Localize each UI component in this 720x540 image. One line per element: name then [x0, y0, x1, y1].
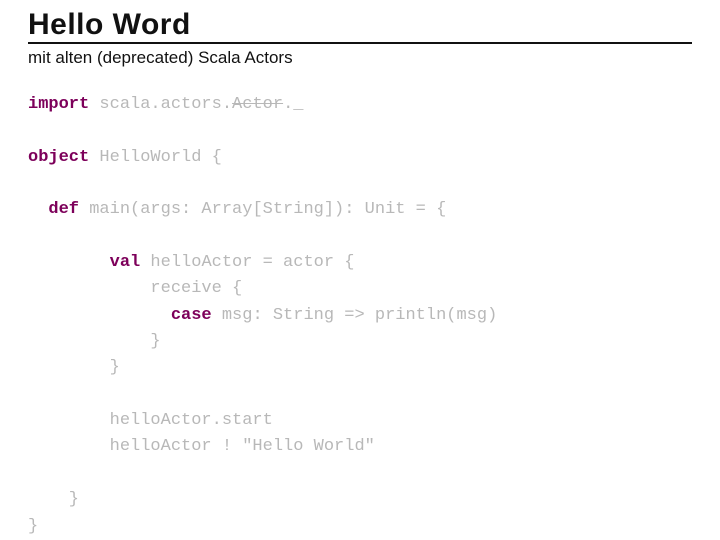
slide: Hello Word mit alten (deprecated) Scala … [0, 0, 720, 540]
code-text: msg: String => println(msg) [212, 306, 498, 325]
keyword-val: val [110, 253, 141, 272]
code-text: scala.actors. [89, 95, 232, 114]
code-text: } [28, 332, 161, 351]
code-text: } [28, 358, 120, 377]
code-text: ._ [283, 95, 303, 114]
code-text: HelloWorld { [89, 148, 222, 167]
code-text: helloActor = actor { [140, 253, 354, 272]
keyword-object: object [28, 148, 89, 167]
slide-subtitle: mit alten (deprecated) Scala Actors [28, 48, 692, 68]
code-text: } [28, 517, 38, 536]
code-text: helloActor ! "Hello World" [28, 437, 375, 456]
keyword-def: def [48, 200, 79, 219]
code-text: } [28, 490, 79, 509]
code-text: helloActor.start [28, 411, 273, 430]
code-block: import scala.actors.Actor._ object Hello… [28, 92, 692, 540]
keyword-import: import [28, 95, 89, 114]
code-text-strike: Actor [232, 95, 283, 114]
slide-title: Hello Word [28, 8, 692, 44]
keyword-case: case [171, 306, 212, 325]
code-text: receive { [28, 279, 242, 298]
code-text: main(args: Array[String]): Unit = { [79, 200, 446, 219]
